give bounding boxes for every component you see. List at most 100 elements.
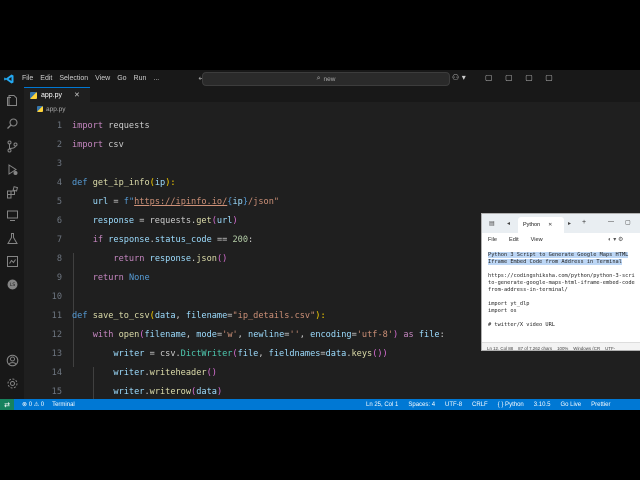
code-token: "ip_details.csv" (232, 310, 316, 321)
code-token: file (418, 329, 440, 340)
terminal-button[interactable]: Terminal (52, 402, 75, 408)
search-icon[interactable] (5, 116, 19, 130)
layout-controls-icon[interactable]: ▢ ▢ ▢ ▢ (485, 73, 558, 82)
notepad-line-text: Python 3 Script to Generate Google Maps … (488, 252, 629, 258)
notepad-line: from-address-in-terminal/ (488, 287, 640, 294)
code-token: def (72, 177, 88, 188)
notepad-menu-edit[interactable]: Edit (509, 237, 519, 243)
code-token: /json" (248, 196, 280, 207)
code-token: 200 (232, 234, 248, 245)
code-text: import csv (72, 140, 124, 150)
notepad-line (488, 266, 640, 273)
testing-icon[interactable] (5, 231, 19, 245)
maximize-icon[interactable]: ▢ (625, 219, 631, 226)
code-token: ip (154, 177, 166, 188)
code-token: () (216, 253, 228, 264)
code-token: url (92, 196, 109, 207)
code-token: json (196, 253, 217, 264)
tab-scroll-left-icon[interactable]: ◂ (507, 220, 510, 227)
code-token: ) (392, 329, 404, 340)
code-text: writer.writeheader() (72, 368, 217, 378)
notepad-menu-file[interactable]: File (488, 237, 497, 243)
explorer-icon[interactable] (5, 93, 19, 107)
line-number: 5 (56, 196, 62, 207)
go-live-button[interactable]: Go Live (560, 402, 581, 408)
settings-gear-icon[interactable] (5, 376, 19, 390)
line-ending[interactable]: CRLF (472, 402, 488, 408)
tab-scroll-right-icon[interactable]: ▸ (568, 220, 571, 227)
menu-go[interactable]: Go (117, 75, 126, 82)
minimize-icon[interactable]: — (608, 219, 614, 225)
code-line[interactable]: 3 (24, 154, 640, 173)
menu-file[interactable]: File (22, 75, 33, 82)
code-token: return (92, 272, 124, 283)
code-token: requests (103, 120, 150, 131)
code-token: writer (113, 367, 145, 378)
code-token: ): (315, 310, 326, 321)
code-text: response = requests.get(url) (72, 216, 238, 226)
breadcrumb-label: app.py (46, 105, 66, 113)
status-bar: ⇄ ⊗ 0 ⚠ 0 Terminal Ln 25, Col 1 Spaces: … (0, 399, 640, 410)
code-token: response (92, 215, 135, 226)
tab-app-py[interactable]: app.py ✕ (24, 87, 90, 102)
notepad-line-text: import os (488, 308, 517, 314)
code-token: DictWriter (180, 348, 233, 359)
menu-run[interactable]: Run (134, 75, 147, 82)
copilot-icon[interactable]: ⚇ ▾ (452, 73, 466, 82)
code-line[interactable]: 2 import csv (24, 135, 640, 154)
code-token: 'utf-8' (356, 329, 393, 340)
command-center-label: new (323, 75, 336, 83)
extensions-icon[interactable] (5, 185, 19, 199)
notepad-copilot-icon[interactable]: ◐ ▾ ⚙ (608, 236, 623, 243)
menu-edit[interactable]: Edit (40, 75, 52, 82)
remote-indicator-icon[interactable]: ⇄ (0, 399, 14, 410)
new-tab-icon[interactable]: + (582, 219, 586, 226)
notepad-char-count: 87 of 7,262 chars (518, 345, 553, 351)
code-line[interactable]: 1 import requests (24, 116, 640, 135)
python-version[interactable]: 3.10.5 (534, 402, 551, 408)
close-icon[interactable]: ✕ (548, 222, 552, 228)
run-debug-icon[interactable] (5, 162, 19, 176)
notepad-line: import yt_dlp (488, 301, 640, 308)
source-control-icon[interactable] (5, 139, 19, 153)
notepad-line-ending: Windows (CR (573, 345, 601, 351)
prettier-button[interactable]: Prettier (591, 402, 610, 408)
jupyter-icon[interactable] (5, 254, 19, 268)
line-number: 12 (51, 329, 62, 340)
code-line[interactable]: 4 def get_ip_info(ip): (24, 173, 640, 192)
code-token: , (299, 329, 311, 340)
notepad-tab-label: Python (523, 222, 541, 228)
remote-explorer-icon[interactable] (5, 208, 19, 222)
close-icon[interactable]: ✕ (74, 91, 80, 99)
notepad-tab[interactable]: Python ✕ (518, 217, 564, 233)
command-center[interactable]: ⌕ new (202, 72, 450, 86)
breadcrumb[interactable]: app.py (24, 102, 66, 116)
menu-view[interactable]: View (95, 75, 110, 82)
notepad-line-text: import yt_dlp (488, 301, 530, 307)
code-line[interactable]: 5 url = f"https://ipinfo.io/{ip}/json" (24, 192, 640, 211)
code-token: writer (113, 386, 145, 397)
notepad-line: Python 3 Script to Generate Google Maps … (488, 252, 640, 259)
code-token: = (108, 196, 124, 207)
code-token: filename (144, 329, 186, 340)
notepad-menu-view[interactable]: View (531, 237, 543, 243)
notepad-text-area[interactable]: Python 3 Script to Generate Google Maps … (488, 252, 640, 329)
code-line[interactable]: 14 writer.writeheader() (24, 363, 640, 382)
code-token: 'w' (222, 329, 238, 340)
cursor-position[interactable]: Ln 25, Col 1 (366, 402, 398, 408)
problems-count[interactable]: ⊗ 0 ⚠ 0 (22, 401, 44, 408)
live-share-icon[interactable]: LS (5, 277, 19, 291)
encoding[interactable]: UTF-8 (445, 402, 462, 408)
menu-selection[interactable]: Selection (59, 75, 88, 82)
code-text: with open(filename, mode='w', newline=''… (72, 330, 445, 340)
indentation[interactable]: Spaces: 4 (408, 402, 435, 408)
language-mode[interactable]: { } Python (498, 402, 524, 408)
line-number: 3 (56, 158, 62, 169)
notepad-encoding: UTF- (605, 345, 616, 351)
code-token: f" (123, 196, 135, 207)
code-token: , (258, 348, 269, 359)
accounts-icon[interactable] (5, 353, 19, 367)
notepad-line-text: from-address-in-terminal/ (488, 287, 568, 293)
menu-more[interactable]: ... (153, 75, 159, 82)
